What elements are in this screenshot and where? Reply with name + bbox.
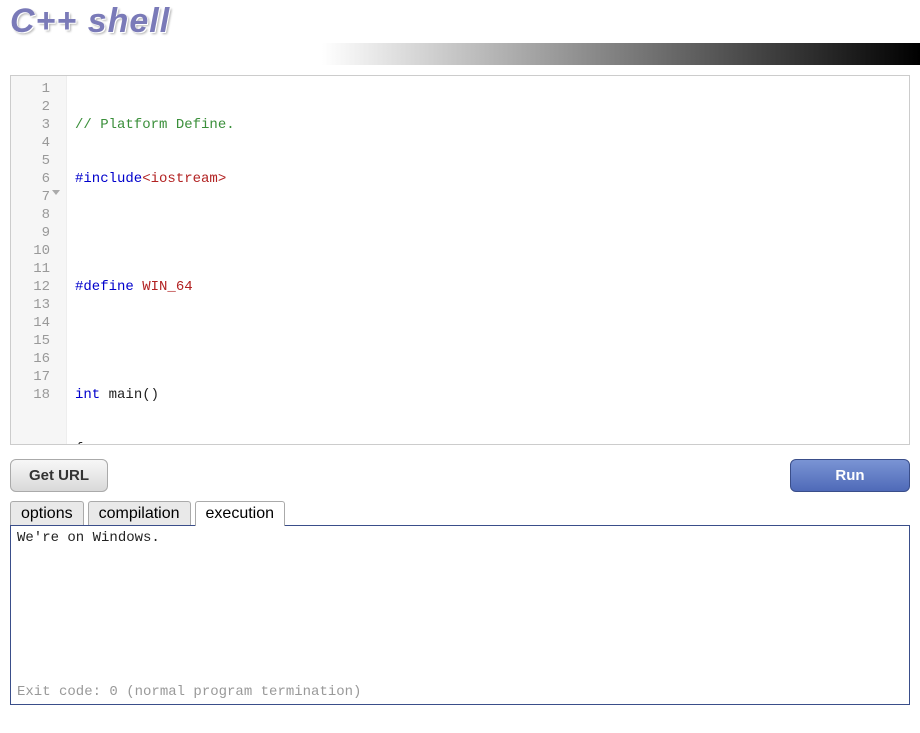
- gutter-line-number: 16: [11, 350, 60, 368]
- header-separator: [0, 43, 920, 65]
- editor-code-area[interactable]: // Platform Define. #include<iostream> #…: [67, 76, 909, 444]
- gutter-line-number: 13: [11, 296, 60, 314]
- output-panel: We're on Windows. Exit code: 0 (normal p…: [10, 525, 910, 705]
- code-line: // Platform Define.: [75, 116, 909, 134]
- gutter-line-number: 12: [11, 278, 60, 296]
- app-logo: C++ shell: [10, 0, 910, 41]
- gutter-line-number: 14: [11, 314, 60, 332]
- run-button[interactable]: Run: [790, 459, 910, 492]
- gutter-line-number: 4: [11, 134, 60, 152]
- code-line: #define WIN_64: [75, 278, 909, 296]
- code-editor[interactable]: 123456789101112131415161718 // Platform …: [10, 75, 910, 445]
- code-line: [75, 224, 909, 242]
- gutter-line-number: 3: [11, 116, 60, 134]
- code-line: #include<iostream>: [75, 170, 909, 188]
- gutter-line-number: 5: [11, 152, 60, 170]
- fold-marker-icon[interactable]: [52, 190, 60, 195]
- gutter-line-number: 1: [11, 80, 60, 98]
- header: C++ shell: [0, 0, 920, 41]
- button-row: Get URL Run: [10, 459, 910, 492]
- gutter-line-number: 18: [11, 386, 60, 404]
- code-line: int main(): [75, 386, 909, 404]
- gutter-line-number: 8: [11, 206, 60, 224]
- gutter-line-number: 11: [11, 260, 60, 278]
- tab-options[interactable]: options: [10, 501, 84, 526]
- exit-code-text: Exit code: 0 (normal program termination…: [17, 684, 361, 700]
- code-line: {: [75, 440, 909, 445]
- output-tabs: options compilation execution: [10, 500, 910, 525]
- tab-execution[interactable]: execution: [195, 501, 286, 526]
- gutter-line-number: 6: [11, 170, 60, 188]
- get-url-button[interactable]: Get URL: [10, 459, 108, 492]
- code-line: [75, 332, 909, 350]
- gutter-line-number: 10: [11, 242, 60, 260]
- gutter-line-number: 2: [11, 98, 60, 116]
- tab-compilation[interactable]: compilation: [88, 501, 191, 526]
- gutter-line-number: 9: [11, 224, 60, 242]
- program-output: We're on Windows.: [17, 530, 903, 546]
- editor-gutter: 123456789101112131415161718: [11, 76, 67, 444]
- gutter-line-number: 15: [11, 332, 60, 350]
- gutter-line-number: 7: [11, 188, 60, 206]
- gutter-line-number: 17: [11, 368, 60, 386]
- main-content: 123456789101112131415161718 // Platform …: [0, 65, 920, 715]
